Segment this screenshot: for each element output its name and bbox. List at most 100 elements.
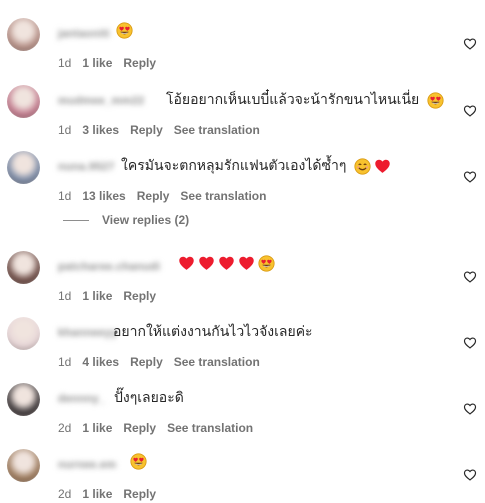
comment-item: dennny_ ปั๊งๆเลยอะดิ 2d 1 like Reply See tran… [0, 375, 485, 435]
comment-username[interactable]: jantaoniti [58, 28, 110, 40]
red-heart-emoji [239, 256, 254, 270]
reply-button[interactable]: Reply [137, 189, 170, 203]
comment-item: nurnee.em 2d 1 like Reply [0, 441, 485, 501]
like-comment-button[interactable] [463, 402, 477, 416]
red-heart-emoji [375, 159, 391, 173]
comment-item: nuna.9527 ใครมันจะตกหลุมรักแฟนตัวเองได้ซ้… [0, 143, 485, 203]
comment-likes-count[interactable]: 4 likes [82, 355, 119, 369]
comment-meta: 2d 1 like Reply [58, 487, 167, 501]
heart-outline-icon [463, 337, 477, 349]
comment-text: ใครมันจะตกหลุมรักแฟนตัวเองได้ซ้ำๆ [121, 157, 347, 173]
avatar[interactable] [7, 251, 40, 284]
comment-body [176, 255, 278, 272]
comment-body: ใครมันจะตกหลุมรักแฟนตัวเองได้ซ้ำๆ [121, 155, 394, 177]
heart-outline-icon [463, 105, 477, 117]
see-translation-button[interactable]: See translation [174, 355, 260, 369]
comment-likes-count[interactable]: 1 like [82, 56, 112, 70]
heart-eyes-emoji [427, 91, 444, 109]
reply-button[interactable]: Reply [130, 123, 163, 137]
replies-divider-line [63, 219, 89, 221]
comment-meta: 1d 1 like Reply [58, 289, 167, 303]
like-comment-button[interactable] [463, 270, 477, 284]
comment-timestamp: 1d [58, 56, 72, 70]
avatar-image [7, 251, 40, 284]
comment-username[interactable]: mudmee_mm22 [58, 95, 144, 107]
comment-meta: 2d 1 like Reply See translation [58, 421, 264, 435]
red-heart-emoji [199, 256, 214, 270]
avatar-image [7, 449, 40, 482]
red-heart-emoji [179, 256, 194, 270]
avatar[interactable] [7, 85, 40, 118]
reply-button[interactable]: Reply [123, 487, 156, 501]
avatar-image [7, 383, 40, 416]
avatar-image [7, 151, 40, 184]
reply-button[interactable]: Reply [123, 56, 156, 70]
comment-item: mudmee_mm22 โอ้ยอยากเห็นเบบี๋แล้วจะน้ารัก… [0, 77, 485, 137]
comment-meta: 1d 3 likes Reply See translation [58, 123, 271, 137]
comment-item: khanneeyy อยากให้แต่งงานกันไวไวจังเลยค่ะ 1… [0, 309, 485, 369]
comment-emojis [178, 255, 278, 272]
avatar-image [7, 317, 40, 350]
comment-timestamp: 1d [58, 123, 72, 137]
heart-outline-icon [463, 469, 477, 481]
heart-outline-icon [463, 403, 477, 415]
like-comment-button[interactable] [463, 37, 477, 51]
comment-body [128, 453, 150, 470]
avatar-image [7, 18, 40, 51]
avatar[interactable] [7, 18, 40, 51]
heart-eyes-emoji [130, 453, 147, 470]
comment-body: โอ้ยอยากเห็นเบบี๋แล้วจะน้ารักขนาไหนเนี่ย [166, 89, 447, 111]
like-comment-button[interactable] [463, 336, 477, 350]
see-translation-button[interactable]: See translation [174, 123, 260, 137]
like-comment-button[interactable] [463, 104, 477, 118]
comment-likes-count[interactable]: 1 like [82, 487, 112, 501]
avatar[interactable] [7, 317, 40, 350]
reply-button[interactable]: Reply [123, 421, 156, 435]
comment-emojis [427, 91, 447, 109]
heart-outline-icon [463, 38, 477, 50]
like-comment-button[interactable] [463, 170, 477, 184]
reply-button[interactable]: Reply [123, 289, 156, 303]
comment-list: jantaoniti 1d 1 like Reply mudmee_mm22 โอ้ยอย… [0, 0, 485, 503]
comment-text: โอ้ยอยากเห็นเบบี๋แล้วจะน้ารักขนาไหนเนี่ย [166, 91, 420, 107]
reply-button[interactable]: Reply [130, 355, 163, 369]
comment-username[interactable]: khanneeyy [58, 327, 118, 339]
smiling-face-emoji [354, 157, 371, 175]
comment-text: อยากให้แต่งงานกันไวไวจังเลยค่ะ [113, 323, 313, 339]
comment-meta: 1d 1 like Reply [58, 56, 167, 70]
avatar[interactable] [7, 449, 40, 482]
comment-meta: 1d 4 likes Reply See translation [58, 355, 271, 369]
comment-emojis [130, 453, 150, 470]
comment-timestamp: 1d [58, 189, 72, 203]
heart-eyes-emoji [116, 22, 133, 39]
comment-body [114, 22, 136, 39]
heart-outline-icon [463, 171, 477, 183]
comment-timestamp: 2d [58, 421, 72, 435]
comment-body: ปั๊งๆเลยอะดิ [114, 387, 190, 409]
comment-emojis [354, 157, 394, 175]
comment-text: ปั๊งๆเลยอะดิ [114, 389, 184, 405]
comment-likes-count[interactable]: 1 like [82, 289, 112, 303]
view-replies-button[interactable]: View replies (2) [63, 212, 189, 228]
heart-eyes-emoji [258, 255, 275, 272]
like-comment-button[interactable] [463, 468, 477, 482]
view-replies-label: View replies (2) [102, 213, 190, 227]
see-translation-button[interactable]: See translation [167, 421, 253, 435]
comment-username[interactable]: nurnee.em [58, 459, 116, 471]
comment-likes-count[interactable]: 3 likes [82, 123, 119, 137]
comment-likes-count[interactable]: 1 like [82, 421, 112, 435]
comment-username[interactable]: patcharee.chanudi [58, 261, 160, 273]
comment-item: patcharee.chanudi 1d 1 like Reply [0, 243, 485, 303]
avatar[interactable] [7, 383, 40, 416]
comment-body: อยากให้แต่งงานกันไวไวจังเลยค่ะ [113, 321, 319, 343]
comment-timestamp: 2d [58, 487, 72, 501]
comment-item: jantaoniti 1d 1 like Reply [0, 10, 485, 70]
comment-timestamp: 1d [58, 355, 72, 369]
avatar[interactable] [7, 151, 40, 184]
heart-outline-icon [463, 271, 477, 283]
see-translation-button[interactable]: See translation [180, 189, 266, 203]
comment-likes-count[interactable]: 13 likes [82, 189, 125, 203]
comment-username[interactable]: dennny_ [58, 393, 105, 405]
comment-emojis [116, 22, 136, 39]
comment-username[interactable]: nuna.9527 [58, 161, 115, 173]
